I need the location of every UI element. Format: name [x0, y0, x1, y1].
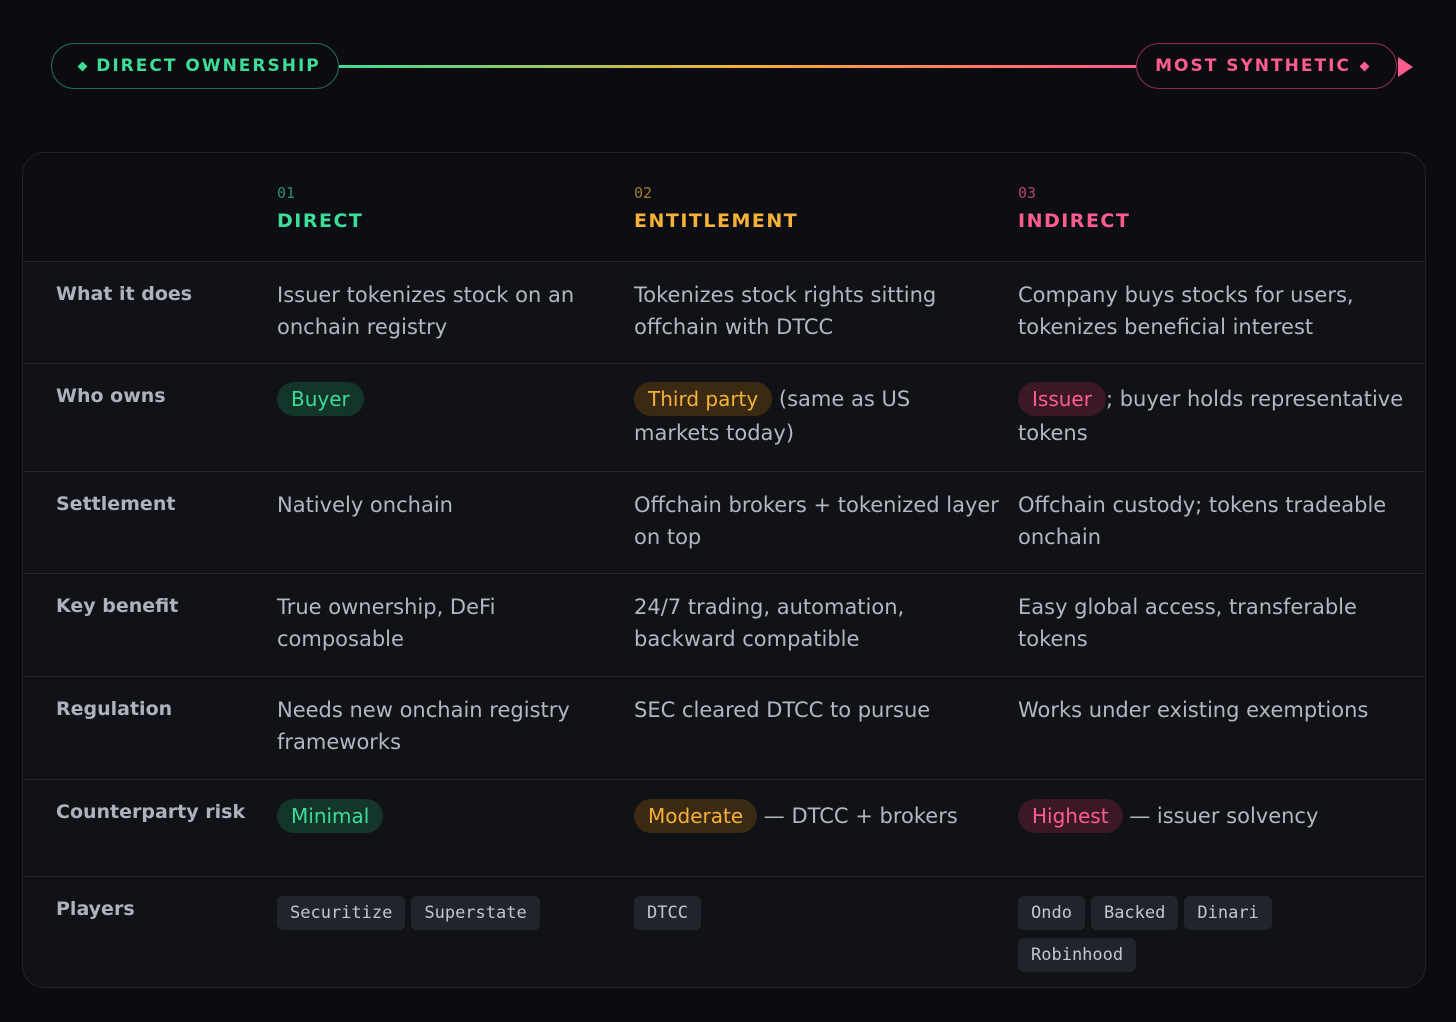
most-synthetic-pill: MOST SYNTHETIC [1136, 43, 1397, 89]
table-cell: 24/7 trading, automation, backward compa… [634, 595, 905, 651]
table-cell: Issuer; buyer holds representative token… [1018, 364, 1413, 450]
row-label: Settlement [56, 493, 176, 515]
column-title: DIRECT [277, 210, 364, 232]
table-cell: Works under existing exemptions [1018, 698, 1369, 722]
table-cell: Buyer [277, 364, 607, 416]
row-label: What it does [56, 283, 193, 305]
player-chip: Dinari [1184, 896, 1272, 930]
cell-text: — DTCC + brokers [757, 804, 958, 828]
row-label: Regulation [56, 698, 173, 720]
table-cell: Offchain brokers + tokenized layer on to… [634, 493, 999, 549]
comparison-table: 01 DIRECT 02 ENTITLEMENT 03 INDIRECT Wha… [22, 152, 1426, 988]
table-cell: SEC cleared DTCC to pursue [634, 698, 931, 722]
table-cell: Offchain custody; tokens tradeable oncha… [1018, 493, 1387, 549]
direct-ownership-pill: DIRECT OWNERSHIP [51, 43, 339, 89]
table-cell: Securitize Superstate [277, 877, 607, 938]
column-number: 02 [634, 184, 653, 202]
direct-ownership-label: DIRECT OWNERSHIP [96, 56, 321, 76]
table-row: Regulation Needs new onchain registry fr… [23, 676, 1425, 779]
player-chip: Superstate [411, 896, 540, 930]
row-label: Who owns [56, 385, 166, 407]
table-cell: Needs new onchain registry frameworks [277, 698, 570, 754]
table-cell: DTCC [634, 877, 999, 938]
column-number: 03 [1018, 184, 1037, 202]
table-cell: Natively onchain [277, 493, 453, 517]
spectrum-gradient-line [339, 65, 1136, 68]
risk-badge: Moderate [634, 799, 758, 833]
table-header: 01 DIRECT 02 ENTITLEMENT 03 INDIRECT [23, 153, 1425, 261]
table-row: Key benefit True ownership, DeFi composa… [23, 573, 1425, 676]
table-cell: Easy global access, transferable tokens [1018, 595, 1357, 651]
column-number: 01 [277, 184, 296, 202]
table-cell: Issuer tokenizes stock on an onchain reg… [277, 283, 575, 339]
table-row: Counterparty risk Minimal Moderate — DTC… [23, 779, 1425, 876]
diamond-icon [77, 61, 88, 71]
owner-badge: Third party [634, 382, 773, 416]
most-synthetic-label: MOST SYNTHETIC [1155, 56, 1351, 76]
player-chip: Securitize [277, 896, 406, 930]
table-cell: Company buys stocks for users, tokenizes… [1018, 283, 1354, 339]
table-row: Who owns Buyer Third party (same as US m… [23, 363, 1425, 471]
table-cell: Highest — issuer solvency [1018, 780, 1413, 833]
table-row: Settlement Natively onchain Offchain bro… [23, 471, 1425, 573]
table-row: What it does Issuer tokenizes stock on a… [23, 261, 1425, 363]
table-cell: Moderate — DTCC + brokers [634, 780, 999, 833]
column-title: ENTITLEMENT [634, 210, 799, 232]
table-cell: Minimal [277, 780, 607, 833]
row-label: Counterparty risk [56, 801, 246, 823]
owner-badge: Issuer [1018, 382, 1106, 416]
owner-badge: Buyer [277, 382, 364, 416]
player-chip: Robinhood [1018, 938, 1137, 972]
arrow-right-icon [1398, 57, 1413, 77]
player-chip: Ondo [1018, 896, 1085, 930]
table-cell: Tokenizes stock rights sitting offchain … [634, 283, 937, 339]
row-label: Key benefit [56, 595, 179, 617]
risk-badge: Minimal [277, 799, 384, 833]
risk-badge: Highest [1018, 799, 1123, 833]
column-title: INDIRECT [1018, 210, 1131, 232]
player-chip: Backed [1090, 896, 1179, 930]
diamond-icon [1359, 61, 1370, 71]
player-chip: DTCC [634, 896, 701, 930]
table-cell: Ondo Backed Dinari Robinhood [1018, 877, 1318, 980]
table-row: Players Securitize Superstate DTCC Ondo Ba… [23, 876, 1425, 987]
table-cell: True ownership, DeFi composable [277, 595, 496, 651]
ownership-spectrum: DIRECT OWNERSHIP MOST SYNTHETIC [0, 0, 1456, 130]
cell-text: — issuer solvency [1122, 804, 1319, 828]
row-label: Players [56, 898, 135, 920]
table-cell: Third party (same as US markets today) [634, 364, 999, 450]
